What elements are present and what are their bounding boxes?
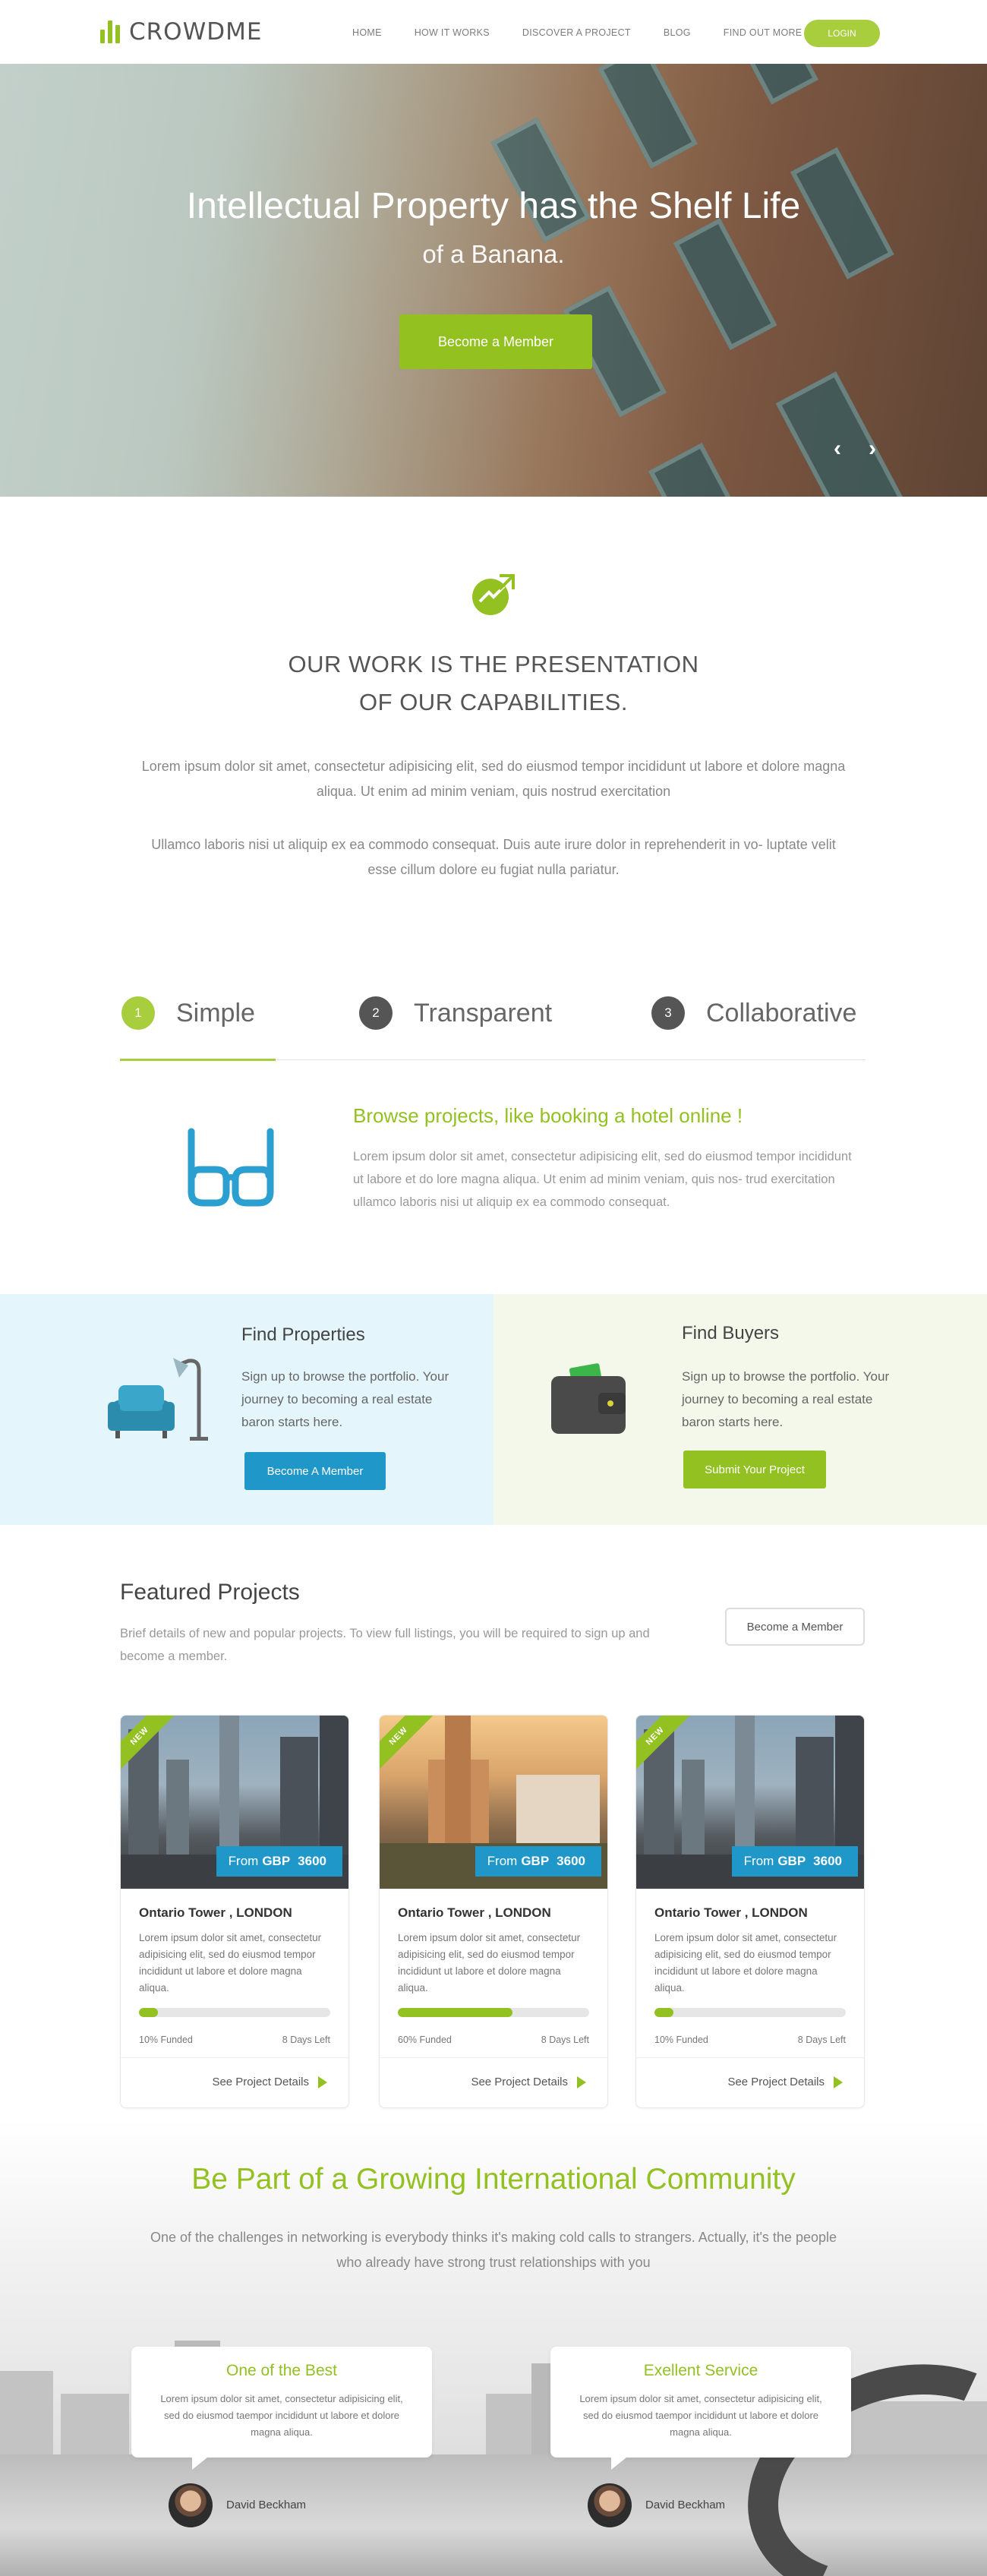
- tab-collaborative[interactable]: 3 Collaborative: [651, 996, 856, 1030]
- browse-text: Lorem ipsum dolor sit amet, consectetur …: [353, 1150, 852, 1209]
- community-text: One of the challenges in networking is e…: [150, 2230, 837, 2270]
- ourwork-title-line2: OF OUR CAPABILITIES.: [359, 689, 628, 715]
- steps-tabs: 1 Simple 2 Transparent 3 Collaborative: [120, 987, 866, 1061]
- login-button[interactable]: LOGIN: [804, 20, 880, 47]
- project-text: Lorem ipsum dolor sit amet, consectetur …: [139, 1932, 322, 1994]
- days-left-label: 8 Days Left: [797, 2035, 846, 2045]
- step-label: Transparent: [414, 998, 553, 1028]
- project-image: NEW From GBP 3600: [380, 1716, 607, 1889]
- step-label: Collaborative: [706, 998, 857, 1028]
- project-image: NEW From GBP 3600: [636, 1716, 864, 1889]
- project-text: Lorem ipsum dolor sit amet, consectetur …: [654, 1932, 837, 1994]
- hero-banner: Intellectual Property has the Shelf Life…: [0, 64, 987, 497]
- testimonial-title: Exellent Service: [643, 2362, 758, 2379]
- hero-title: Intellectual Property has the Shelf Life: [186, 186, 801, 226]
- testimonial-card: Exellent Service Lorem ipsum dolor sit a…: [550, 2347, 851, 2470]
- nav-home[interactable]: HOME: [352, 27, 382, 38]
- featured-become-member-button[interactable]: Become a Member: [725, 1608, 865, 1646]
- price-tag: From GBP 3600: [731, 1846, 858, 1877]
- logo-text: CROWDME: [129, 18, 263, 46]
- funded-label: 10% Funded: [654, 2035, 708, 2045]
- tab-simple[interactable]: 1 Simple: [121, 996, 255, 1030]
- project-title: Ontario Tower , LONDON: [139, 1905, 292, 1920]
- wallet-icon: [551, 1363, 626, 1434]
- project-card[interactable]: NEW From GBP 3600 Ontario Tower , LONDON L…: [120, 1715, 349, 2108]
- testimonial-card: One of the Best Lorem ipsum dolor sit am…: [131, 2347, 432, 2470]
- play-arrow-icon: [834, 2076, 843, 2088]
- project-text: Lorem ipsum dolor sit amet, consectetur …: [398, 1932, 581, 1994]
- testimonial-title: One of the Best: [226, 2362, 337, 2379]
- find-buyers-title: Find Buyers: [682, 1323, 780, 1343]
- step-number: 2: [359, 996, 393, 1030]
- glasses-icon: [188, 1128, 274, 1207]
- find-properties-title: Find Properties: [241, 1324, 365, 1345]
- community-title: Be Part of a Growing International Commu…: [191, 2163, 796, 2196]
- project-image: NEW From GBP 3600: [121, 1716, 348, 1889]
- active-tab-indicator: [120, 1059, 276, 1061]
- project-title: Ontario Tower , LONDON: [654, 1905, 808, 1920]
- funding-progress-bar: [139, 2008, 330, 2017]
- avatar: [169, 2483, 213, 2527]
- project-card[interactable]: NEW From GBP 3600 Ontario Tower , LONDON L…: [379, 1715, 608, 2108]
- tab-transparent[interactable]: 2 Transparent: [359, 996, 552, 1030]
- chevron-right-icon[interactable]: ›: [869, 436, 876, 462]
- armchair-lamp-icon: [108, 1358, 208, 1441]
- step-number: 1: [121, 996, 155, 1030]
- project-title: Ontario Tower , LONDON: [398, 1905, 551, 1920]
- days-left-label: 8 Days Left: [282, 2035, 330, 2045]
- step-number: 3: [651, 996, 685, 1030]
- find-properties-text: Sign up to browse the portfolio. Your jo…: [241, 1369, 449, 1429]
- testimonial-author: David Beckham: [645, 2499, 726, 2511]
- featured-title: Featured Projects: [120, 1580, 300, 1605]
- nav-blog[interactable]: BLOG: [664, 27, 691, 38]
- chevron-left-icon[interactable]: ‹: [834, 436, 841, 462]
- see-project-details-link[interactable]: See Project Details: [471, 2076, 586, 2088]
- funding-progress-bar: [398, 2008, 589, 2017]
- main-nav: HOME HOW IT WORKS DISCOVER A PROJECT BLO…: [352, 27, 834, 38]
- see-project-details-link[interactable]: See Project Details: [212, 2076, 327, 2088]
- find-buyers-panel: Find Buyers Sign up to browse the portfo…: [494, 1294, 987, 1525]
- funded-label: 60% Funded: [398, 2035, 452, 2045]
- find-properties-panel: Find Properties Sign up to browse the po…: [0, 1294, 494, 1525]
- testimonial-text: Lorem ipsum dolor sit amet, consectetur …: [579, 2393, 822, 2438]
- logo[interactable]: CROWDME: [100, 18, 262, 46]
- funding-progress-bar: [654, 2008, 846, 2017]
- hero-become-member-button[interactable]: Become a Member: [399, 314, 592, 369]
- avatar: [588, 2483, 632, 2527]
- nav-how-it-works[interactable]: HOW IT WORKS: [415, 27, 490, 38]
- testimonial-text: Lorem ipsum dolor sit amet, consectetur …: [160, 2393, 403, 2438]
- play-arrow-icon: [577, 2076, 586, 2088]
- ourwork-paragraph-2: Ullamco laboris nisi ut aliquip ex ea co…: [151, 837, 836, 877]
- nav-discover-project[interactable]: DISCOVER A PROJECT: [522, 27, 631, 38]
- days-left-label: 8 Days Left: [541, 2035, 589, 2045]
- funded-label: 10% Funded: [139, 2035, 193, 2045]
- site-header: CROWDME HOME HOW IT WORKS DISCOVER A PRO…: [0, 0, 987, 64]
- growth-chart-icon: [472, 574, 515, 615]
- nav-find-out-more[interactable]: FIND OUT MORE: [724, 27, 803, 38]
- testimonial-author: David Beckham: [226, 2499, 307, 2511]
- play-arrow-icon: [318, 2076, 327, 2088]
- become-member-button[interactable]: Become A Member: [244, 1452, 386, 1490]
- logo-bars-icon: [100, 21, 123, 43]
- find-buyers-text: Sign up to browse the portfolio. Your jo…: [682, 1369, 890, 1429]
- browse-title: Browse projects, like booking a hotel on…: [353, 1104, 743, 1127]
- ourwork-title-line1: OUR WORK IS THE PRESENTATION: [288, 651, 699, 677]
- hero-subtitle: of a Banana.: [422, 240, 565, 268]
- ourwork-paragraph-1: Lorem ipsum dolor sit amet, consectetur …: [141, 759, 846, 799]
- featured-description: Brief details of new and popular project…: [120, 1627, 650, 1663]
- project-card[interactable]: NEW From GBP 3600 Ontario Tower , LONDON L…: [635, 1715, 865, 2108]
- price-tag: From GBP 3600: [475, 1846, 601, 1877]
- step-label: Simple: [176, 998, 255, 1028]
- ourwork-title: OUR WORK IS THE PRESENTATION OF OUR CAPA…: [0, 646, 987, 721]
- submit-project-button[interactable]: Submit Your Project: [683, 1451, 826, 1488]
- price-tag: From GBP 3600: [216, 1846, 342, 1877]
- see-project-details-link[interactable]: See Project Details: [727, 2076, 843, 2088]
